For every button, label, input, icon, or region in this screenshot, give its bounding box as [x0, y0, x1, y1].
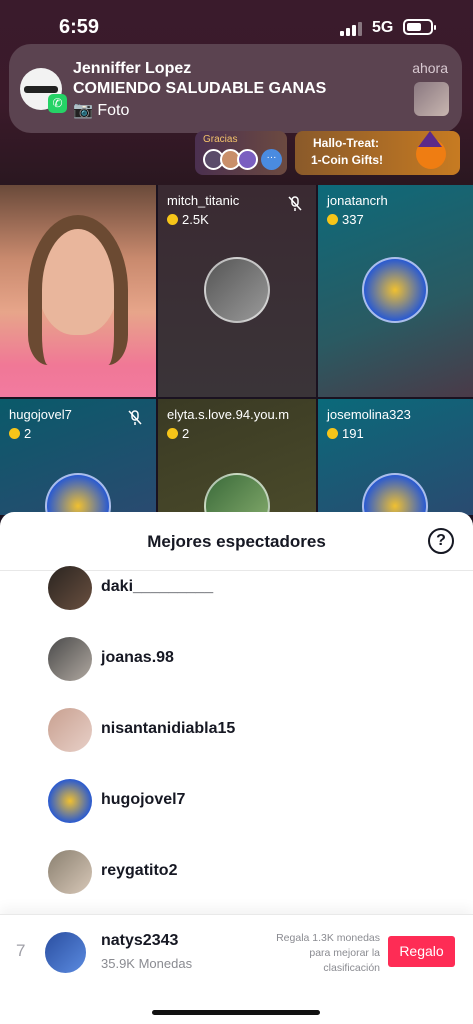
guest-cell[interactable]: josemolina323 191 — [318, 399, 473, 515]
guest-name: mitch_titanic — [167, 193, 240, 208]
user-coins: 35.9K Monedas — [101, 956, 193, 971]
guest-coins: 2 — [167, 426, 189, 441]
viewer-name: daki_________ — [101, 578, 214, 595]
guest-cell[interactable]: jonatancrh 337 — [318, 185, 473, 397]
guest-avatar — [45, 473, 111, 515]
guest-cell[interactable]: mitch_titanic 2.5K — [158, 185, 316, 397]
avatar — [48, 708, 92, 752]
list-item[interactable]: nisantanidiabla15 — [0, 700, 473, 760]
notification-sender: Jenniffer Lopez — [73, 60, 192, 77]
mic-off-icon — [288, 196, 302, 211]
battery-icon — [403, 19, 436, 35]
user-name: natys2343 — [101, 932, 179, 949]
coin-icon — [327, 428, 338, 439]
viewer-name: nisantanidiabla15 — [101, 720, 236, 737]
host-video[interactable] — [0, 185, 156, 397]
coin-icon — [167, 214, 178, 225]
notification-body: 📷 Foto — [73, 102, 130, 119]
guest-coins: 191 — [327, 426, 364, 441]
gift-button[interactable]: Regalo — [388, 936, 455, 967]
list-item[interactable]: hugojovel7 — [0, 771, 473, 831]
help-icon[interactable]: ? — [428, 528, 454, 554]
home-indicator[interactable] — [152, 1010, 320, 1015]
list-item[interactable]: daki_________ — [0, 558, 473, 618]
avatar — [48, 566, 92, 610]
guest-coins: 2.5K — [167, 212, 209, 227]
coin-icon — [167, 428, 178, 439]
status-bar: 6:59 5G — [0, 0, 473, 48]
notification-time: ahora — [412, 60, 448, 76]
pumpkin-icon — [416, 131, 446, 169]
guest-avatar — [204, 473, 270, 515]
avatar — [43, 930, 88, 975]
notification-photo-thumbnail — [414, 82, 449, 116]
guest-avatar — [204, 257, 270, 323]
guest-name: hugojovel7 — [9, 407, 72, 422]
gracias-banner[interactable]: Gracias ··· — [195, 131, 287, 175]
host-hair — [28, 215, 128, 365]
more-avatars-icon: ··· — [261, 149, 282, 170]
guest-cell[interactable]: elyta.s.love.94.you.m 2 — [158, 399, 316, 515]
status-time: 6:59 — [59, 16, 100, 38]
guest-name: jonatancrh — [327, 193, 388, 208]
viewer-name: reygatito2 — [101, 862, 178, 879]
network-label: 5G — [372, 19, 394, 36]
whatsapp-notification[interactable]: ✆ Jenniffer Lopez COMIENDO SALUDABLE GAN… — [9, 44, 462, 133]
viewer-name: joanas.98 — [101, 649, 174, 666]
sheet-title: Mejores espectadores — [147, 532, 326, 551]
avatar — [48, 779, 92, 823]
whatsapp-icon: ✆ — [48, 94, 67, 113]
user-rank: 7 — [16, 941, 26, 960]
ranking-hint: Regala 1.3K monedas para mejorar la clas… — [276, 932, 380, 974]
hallo-treat-title: Hallo-Treat: — [313, 136, 380, 150]
coin-icon — [327, 214, 338, 225]
current-user-footer: 7 natys2343 35.9K Monedas Regala 1.3K mo… — [0, 914, 473, 1024]
list-item[interactable]: reygatito2 — [0, 842, 473, 902]
guest-cell[interactable]: hugojovel7 2 — [0, 399, 156, 515]
guest-avatar — [362, 257, 428, 323]
guest-name: josemolina323 — [327, 407, 411, 422]
list-item[interactable]: joanas.98 — [0, 629, 473, 689]
guest-coins: 2 — [9, 426, 31, 441]
notification-subtitle: COMIENDO SALUDABLE GANAS — [73, 80, 327, 97]
signal-icon — [340, 21, 364, 36]
avatar — [237, 149, 258, 170]
avatar — [48, 637, 92, 681]
avatar — [48, 850, 92, 894]
coin-icon — [9, 428, 20, 439]
gracias-label: Gracias — [203, 134, 238, 145]
viewer-name: hugojovel7 — [101, 791, 186, 808]
guest-avatar — [362, 473, 428, 515]
hallo-treat-subtitle: 1-Coin Gifts! — [311, 153, 383, 167]
hallo-treat-banner[interactable]: Hallo-Treat: 1-Coin Gifts! — [295, 131, 460, 175]
guest-name: elyta.s.love.94.you.m — [167, 407, 290, 422]
mic-off-icon — [128, 410, 142, 425]
guest-grid: mitch_titanic 2.5K jonatancrh 337 hugojo… — [0, 185, 473, 515]
guest-coins: 337 — [327, 212, 364, 227]
